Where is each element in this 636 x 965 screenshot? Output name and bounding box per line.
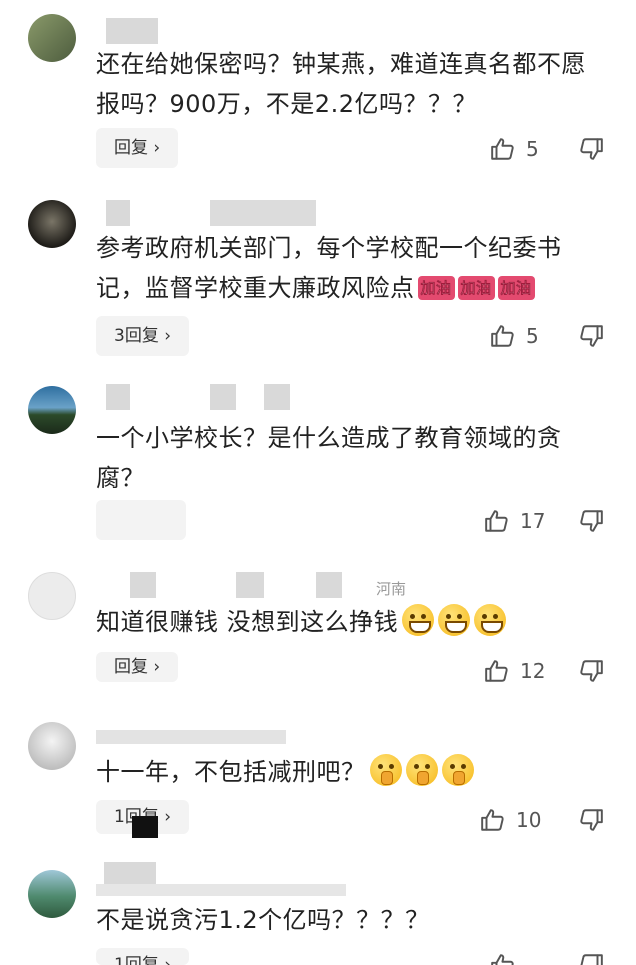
grin-emoji-icon xyxy=(402,604,435,636)
dislike-button[interactable] xyxy=(578,952,604,965)
comment-text: 还在给她保密吗？钟某燕，难道连真名都不愿报吗？900万，不是2.2亿吗？？？ xyxy=(96,50,586,118)
like-count: 12 xyxy=(520,659,546,683)
avatar[interactable] xyxy=(28,870,76,918)
dislike-button[interactable] xyxy=(578,136,604,162)
like-button[interactable]: 5 xyxy=(490,323,539,349)
grin-emoji-icon xyxy=(474,604,507,636)
shushing-emoji-icon xyxy=(441,754,474,786)
reply-button[interactable]: 回复 › xyxy=(96,128,179,168)
thumbs-down-icon xyxy=(578,807,604,833)
location-text: 河南 xyxy=(376,580,407,598)
thumbs-down-icon xyxy=(578,952,604,965)
meta-redacted xyxy=(264,384,290,410)
thumbs-down-icon xyxy=(578,323,604,349)
like-count: 17 xyxy=(520,509,546,533)
meta-redacted xyxy=(210,200,316,226)
dislike-button[interactable] xyxy=(578,658,604,684)
comment-text: 参考政府机关部门，每个学校配一个纪委书记，监督学校重大廉政风险点 加油 加油 加油 xyxy=(96,228,606,308)
comment-text: 知道很赚钱 没想到这么挣钱 xyxy=(96,602,606,642)
thumbs-up-icon xyxy=(484,508,510,534)
comment-text: 一个小学校长？是什么造成了教育领域的贪腐？ xyxy=(96,424,562,492)
thumbs-up-icon xyxy=(484,658,510,684)
comment-text-body: 知道很赚钱 没想到这么挣钱 xyxy=(96,608,399,636)
dislike-button[interactable] xyxy=(578,508,604,534)
like-button[interactable] xyxy=(490,952,516,965)
thumbs-up-icon xyxy=(480,807,506,833)
avatar[interactable] xyxy=(28,200,76,248)
username-redacted[interactable] xyxy=(106,18,158,44)
cheer-sticker: 加油 xyxy=(457,276,495,300)
avatar[interactable] xyxy=(28,722,76,770)
dislike-button[interactable] xyxy=(578,323,604,349)
thumbs-up-icon xyxy=(490,952,516,965)
redaction-mark xyxy=(132,816,158,838)
username-redacted[interactable] xyxy=(96,730,286,744)
cheer-sticker: 加油 xyxy=(417,276,455,300)
like-button[interactable]: 17 xyxy=(484,508,545,534)
like-count: 10 xyxy=(516,808,542,832)
reply-button[interactable]: 3回复 › xyxy=(96,316,190,356)
grin-emoji-icon xyxy=(438,604,471,636)
like-button[interactable]: 5 xyxy=(490,136,539,162)
like-button[interactable]: 12 xyxy=(484,658,545,684)
thumbs-down-icon xyxy=(578,136,604,162)
meta-redacted xyxy=(236,572,264,598)
username-redacted[interactable] xyxy=(130,572,156,598)
reply-button[interactable]: 回复 › xyxy=(96,652,179,682)
cheer-sticker: 加油 xyxy=(497,276,535,300)
reply-button[interactable]: 1回复 › xyxy=(96,948,190,965)
meta-redacted xyxy=(210,384,236,410)
comment-text: 不是说贪污1.2个亿吗？？？？ xyxy=(96,906,430,934)
like-count: 5 xyxy=(526,324,539,348)
like-button[interactable]: 10 xyxy=(480,807,541,833)
shushing-emoji-icon xyxy=(369,754,402,786)
reply-button[interactable] xyxy=(96,500,186,540)
comment-text-body: 十一年，不包括减刑吧？ xyxy=(96,758,366,786)
thumbs-up-icon xyxy=(490,323,516,349)
username-redacted[interactable] xyxy=(106,384,130,410)
thumbs-down-icon xyxy=(578,508,604,534)
thumbs-up-icon xyxy=(490,136,516,162)
avatar[interactable] xyxy=(28,14,76,62)
avatar[interactable] xyxy=(28,386,76,434)
avatar[interactable] xyxy=(28,572,76,620)
like-count: 5 xyxy=(526,137,539,161)
meta-redacted xyxy=(316,572,342,598)
comment-text: 十一年，不包括减刑吧？ xyxy=(96,752,606,792)
dislike-button[interactable] xyxy=(578,807,604,833)
username-redacted[interactable] xyxy=(106,200,130,226)
thumbs-down-icon xyxy=(578,658,604,684)
shushing-emoji-icon xyxy=(405,754,438,786)
meta-redacted xyxy=(96,884,346,896)
